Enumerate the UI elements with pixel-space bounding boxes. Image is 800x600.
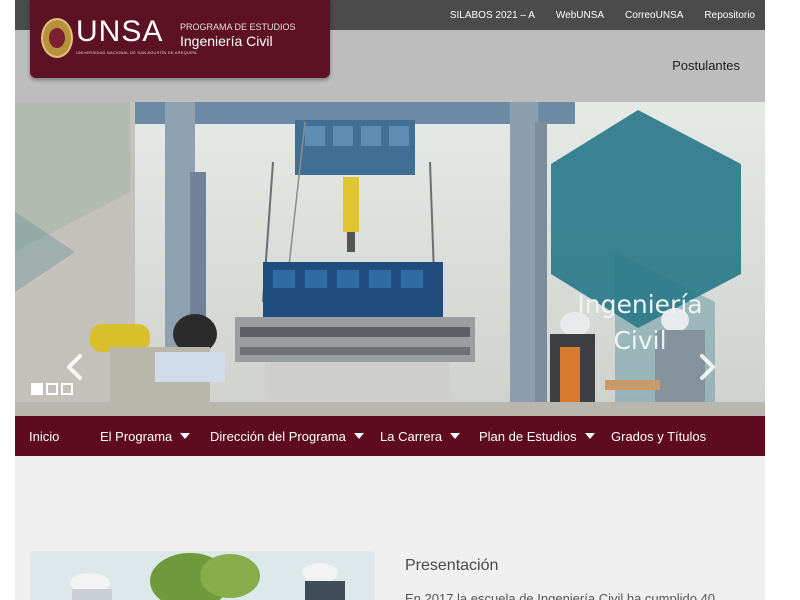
nav-item-label: Plan de Estudios — [479, 428, 577, 444]
university-seal-icon — [41, 18, 73, 58]
chevron-left-icon[interactable] — [60, 352, 90, 382]
program-name: Ingeniería Civil — [180, 33, 273, 49]
page: SILABOS 2021 – A WebUNSA CorreoUNSA Repo… — [15, 0, 765, 600]
page-gutter — [765, 0, 800, 600]
site-logo[interactable]: UNSA UNIVERSIDAD NACIONAL DE SAN AGUSTÍN… — [30, 0, 330, 78]
nav-item-inicio[interactable]: Inicio — [29, 416, 59, 456]
section-title: Presentación — [405, 557, 499, 574]
nav-item-la-carrera[interactable]: La Carrera — [380, 416, 461, 456]
slide-dot-3[interactable] — [61, 383, 73, 395]
nav-item-label: Inicio — [29, 428, 60, 444]
logo-text: UNSA — [76, 15, 164, 48]
section-text: En 2017 la escuela de Ingeniería Civil h… — [405, 591, 716, 600]
nav-item-label: El Programa — [100, 428, 173, 444]
caret-down-icon — [584, 433, 595, 439]
caret-down-icon — [180, 433, 191, 439]
logo-subtext: UNIVERSIDAD NACIONAL DE SAN AGUSTÍN DE A… — [76, 50, 197, 55]
nav-item-direccion[interactable]: Dirección del Programa — [210, 416, 364, 456]
correounsa-link[interactable]: CorreoUNSA — [625, 10, 683, 21]
nav-item-grados-y-titulos[interactable]: Grados y Títulos — [611, 416, 706, 456]
silabos-link[interactable]: SILABOS 2021 – A — [450, 10, 535, 21]
webunsa-link[interactable]: WebUNSA — [556, 10, 604, 21]
nav-item-el-programa[interactable]: El Programa — [100, 416, 191, 456]
slider-pagination — [31, 383, 73, 395]
hero-slider[interactable]: Ingeniería Civil — [15, 102, 765, 416]
hero-image — [15, 102, 765, 416]
nav-item-plan-de-estudios[interactable]: Plan de Estudios — [479, 416, 595, 456]
caret-down-icon — [450, 433, 461, 439]
slide-dot-2[interactable] — [46, 383, 58, 395]
nav-item-label: La Carrera — [380, 428, 443, 444]
slide-dot-1[interactable] — [31, 383, 43, 395]
presentation-image — [30, 551, 375, 600]
nav-item-label: Grados y Títulos — [611, 428, 707, 444]
hero-title: Ingeniería Civil — [575, 287, 705, 359]
program-label: PROGRAMA DE ESTUDIOS — [180, 22, 296, 32]
hero-title-line-2: Civil — [613, 326, 667, 355]
hero-title-line-1: Ingeniería — [577, 290, 703, 319]
repositorio-link[interactable]: Repositorio — [704, 10, 755, 21]
chevron-right-icon[interactable] — [692, 352, 722, 382]
postulantes-link[interactable]: Postulantes — [672, 58, 740, 73]
main-nav: Inicio El Programa Dirección del Program… — [15, 416, 765, 456]
top-links: SILABOS 2021 – A WebUNSA CorreoUNSA Repo… — [450, 0, 755, 30]
nav-item-label: Dirección del Programa — [210, 428, 346, 444]
caret-down-icon — [353, 433, 364, 439]
